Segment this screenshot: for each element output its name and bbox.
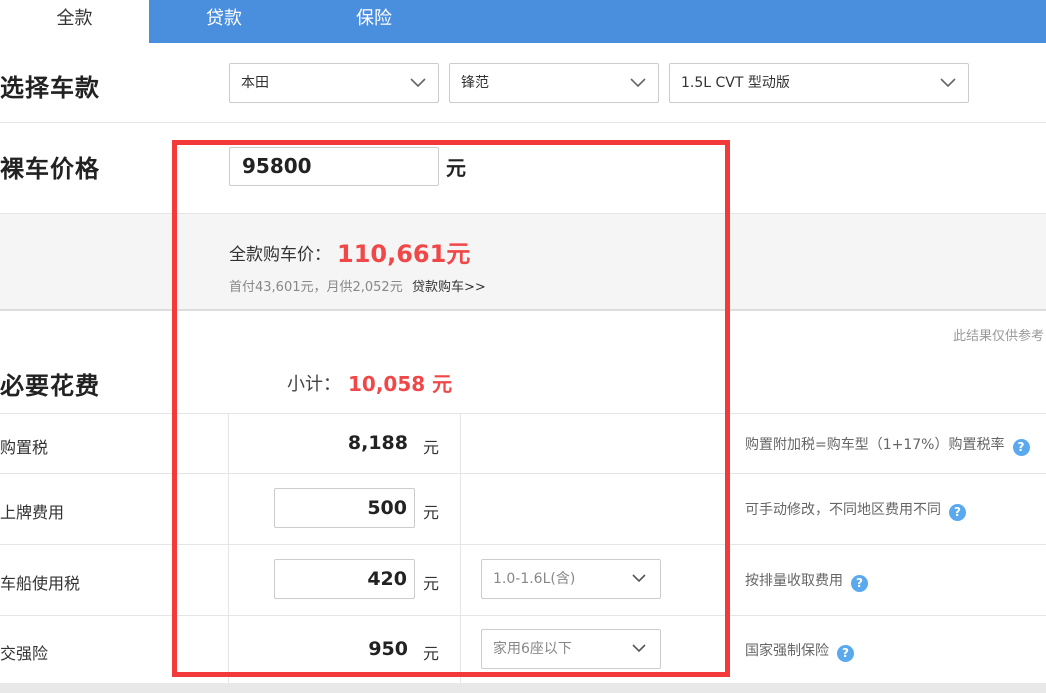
summary-panel: [0, 213, 1046, 311]
fee-note-text: 国家强制保险: [745, 643, 829, 659]
question-mark-icon[interactable]: ?: [851, 575, 868, 592]
required-fees-title: 必要花费: [0, 372, 100, 400]
subtotal-value: 10,058 元: [348, 372, 453, 396]
brand-select[interactable]: 本田: [229, 63, 439, 103]
tab-loan[interactable]: 贷款: [174, 0, 274, 43]
fee-unit: 元: [423, 644, 440, 663]
compulsory-insurance-amount: 950: [368, 638, 408, 660]
select-car-title: 选择车款: [0, 74, 100, 102]
disclaimer-text: 此结果仅供参考: [952, 329, 1044, 344]
subtotal-label: 小计：: [287, 374, 341, 395]
model-select[interactable]: 1.5L CVT 型动版: [669, 63, 969, 103]
seat-type-select[interactable]: 家用6座以下: [481, 629, 661, 669]
question-mark-icon[interactable]: ?: [1012, 439, 1030, 456]
loan-purchase-link[interactable]: 贷款购车>>: [412, 276, 486, 295]
fee-label-vehicle-tax: 车船使用税: [0, 574, 81, 593]
displacement-select[interactable]: 1.0-1.6L(含): [481, 559, 661, 599]
brand-select-value: 本田: [241, 75, 269, 91]
tab-bar: 全款 贷款 保险: [0, 0, 1046, 43]
fee-note-text: 可手动修改，不同地区费用不同: [745, 502, 941, 518]
fee-unit: 元: [423, 438, 440, 457]
seat-type-select-value: 家用6座以下: [493, 641, 572, 657]
fee-note-purchase-tax: 购置附加税=购车型（1+17%）购置税率?: [745, 434, 1030, 456]
model-select-value: 1.5L CVT 型动版: [681, 75, 790, 91]
chevron-down-icon: [632, 644, 646, 653]
bare-price-input[interactable]: 95800: [229, 147, 439, 186]
fee-label-purchase-tax: 购置税: [0, 438, 49, 457]
question-mark-icon[interactable]: ?: [949, 504, 966, 521]
fee-note-text: 购置附加税=购车型（1+17%）购置税率: [745, 437, 1005, 453]
bare-price-title: 裸车价格: [0, 155, 100, 183]
question-mark-icon[interactable]: ?: [837, 645, 854, 662]
fee-note-text: 按排量收取费用: [745, 573, 843, 589]
payment-info: 首付43,601元，月供2,052元: [229, 280, 403, 295]
series-select[interactable]: 锋范: [449, 63, 659, 103]
fee-note-registration: 可手动修改，不同地区费用不同?: [745, 499, 966, 521]
displacement-select-value: 1.0-1.6L(含): [493, 571, 576, 587]
fee-label-compulsory-insurance: 交强险: [0, 644, 49, 663]
fee-unit: 元: [423, 503, 440, 522]
total-price-value: 110,661元: [337, 240, 471, 268]
divider: [0, 473, 1046, 474]
column-divider: [460, 413, 461, 683]
fee-note-vehicle-tax: 按排量收取费用?: [745, 570, 868, 592]
total-price-label: 全款购车价：: [229, 245, 331, 265]
tab-full-payment[interactable]: 全款: [0, 0, 149, 43]
fee-label-registration: 上牌费用: [0, 503, 65, 522]
bare-price-unit: 元: [446, 156, 466, 180]
column-divider: [228, 413, 229, 683]
tab-insurance[interactable]: 保险: [324, 0, 424, 43]
chevron-down-icon: [632, 574, 646, 583]
chevron-down-icon: [410, 78, 426, 88]
divider: [0, 544, 1046, 545]
purchase-tax-amount: 8,188: [347, 432, 408, 454]
divider: [0, 413, 1046, 414]
vehicle-tax-input[interactable]: 420: [274, 559, 415, 599]
chevron-down-icon: [630, 78, 646, 88]
registration-fee-input[interactable]: 500: [274, 488, 415, 528]
divider: [0, 615, 1046, 616]
chevron-down-icon: [940, 78, 956, 88]
fee-unit: 元: [423, 574, 440, 593]
divider: [0, 122, 1046, 123]
fee-note-compulsory-insurance: 国家强制保险?: [745, 640, 854, 662]
bottom-strip: [0, 683, 1046, 693]
series-select-value: 锋范: [461, 75, 489, 91]
